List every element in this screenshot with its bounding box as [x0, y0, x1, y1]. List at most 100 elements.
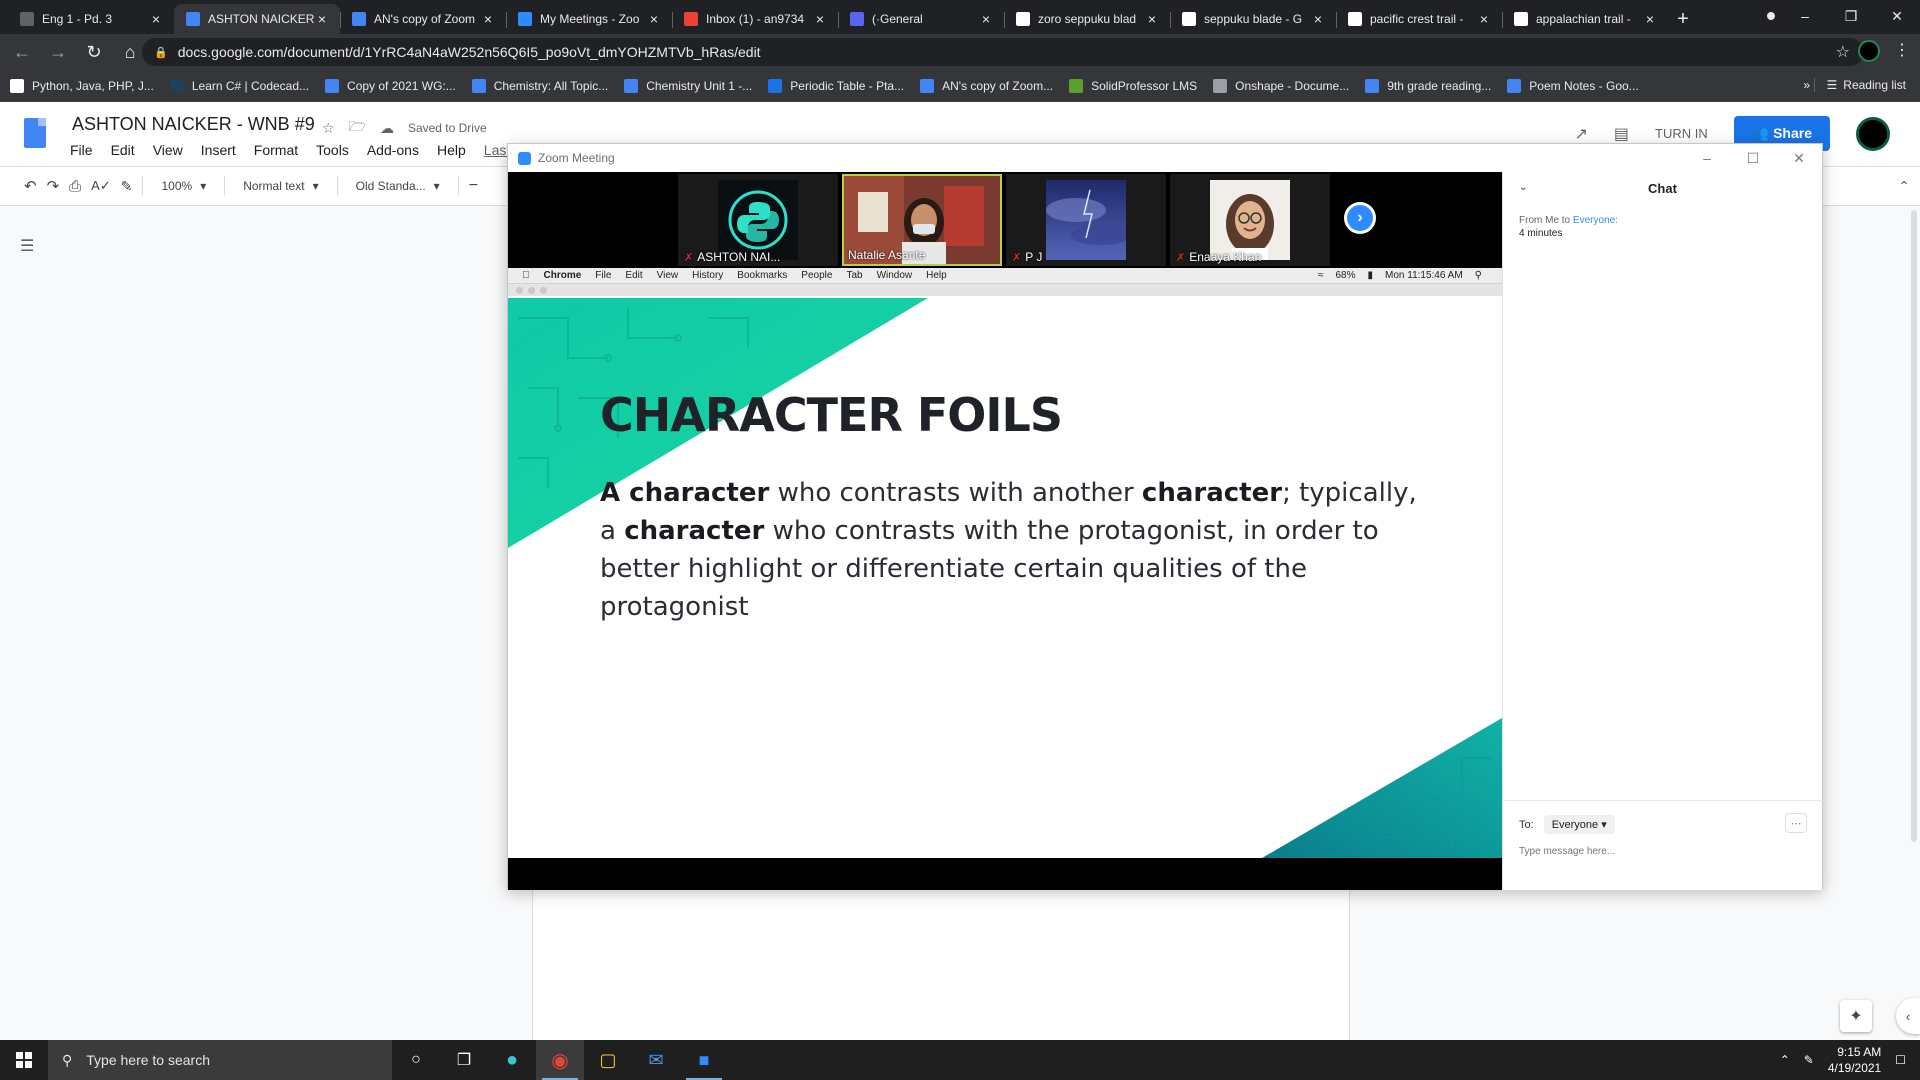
bookmark-item[interactable]: 9th grade reading...	[1365, 78, 1491, 93]
address-bar[interactable]: 🔒 docs.google.com/document/d/1YrRC4aN4aW…	[142, 38, 1864, 66]
zoom-close-icon[interactable]: ✕	[1776, 144, 1822, 172]
close-tab-icon[interactable]: ×	[148, 11, 164, 27]
cortana-icon[interactable]: ○	[392, 1040, 440, 1080]
close-tab-icon[interactable]: ×	[812, 11, 828, 27]
tab-search-icon[interactable]	[1762, 7, 1780, 25]
start-button[interactable]	[0, 1040, 48, 1080]
browser-tab[interactable]: seppuku blade - G ×	[1170, 4, 1336, 34]
turn-in-button[interactable]: TURN IN	[1655, 126, 1708, 141]
docs-logo-icon[interactable]	[24, 118, 46, 148]
taskbar-search[interactable]: ⚲ Type here to search	[48, 1040, 392, 1080]
chrome-menu-icon[interactable]: ⋮	[1894, 40, 1910, 62]
chat-more-options-icon[interactable]: ⋯	[1785, 813, 1807, 833]
close-tab-icon[interactable]: ×	[1476, 11, 1492, 27]
document-title[interactable]: ASHTON NAICKER - WNB #9	[72, 114, 315, 135]
print-icon[interactable]: ⎙	[69, 178, 81, 195]
explore-icon[interactable]: ✦	[1840, 1000, 1872, 1032]
chat-message-input[interactable]	[1519, 841, 1807, 861]
zoom-maximize-icon[interactable]: ☐	[1730, 144, 1776, 172]
collapse-menus-icon[interactable]: ⌃	[1898, 178, 1910, 195]
taskbar-clock[interactable]: 9:15 AM 4/19/2021	[1828, 1044, 1881, 1076]
browser-tab[interactable]: pacific crest trail - ×	[1336, 4, 1502, 34]
undo-icon[interactable]: ↶	[24, 177, 37, 195]
activity-trend-icon[interactable]: ↗	[1575, 124, 1588, 144]
comments-icon[interactable]: ▤	[1614, 124, 1629, 144]
side-panel-toggle-icon[interactable]: ‹	[1896, 998, 1920, 1034]
close-tab-icon[interactable]: ×	[1642, 11, 1658, 27]
menu-insert[interactable]: Insert	[201, 142, 236, 158]
chrome-taskbar-icon[interactable]: ◉	[536, 1040, 584, 1080]
bookmark-item[interactable]: Onshape - Docume...	[1213, 78, 1349, 93]
menu-file[interactable]: File	[70, 142, 93, 158]
tray-overflow-icon[interactable]: ⌃	[1780, 1053, 1790, 1067]
menu-format[interactable]: Format	[254, 142, 298, 158]
menu-help[interactable]: Help	[437, 142, 466, 158]
bookmark-item[interactable]: Copy of 2021 WG:...	[325, 78, 456, 93]
back-arrow-icon[interactable]: ←	[8, 38, 36, 66]
profile-avatar[interactable]	[1858, 40, 1880, 62]
bookmarks-overflow-button[interactable]: »	[1803, 78, 1810, 92]
zoom-select[interactable]: 100% ▾	[153, 179, 214, 193]
bookmark-item[interactable]: AN's copy of Zoom...	[920, 78, 1053, 93]
style-select[interactable]: Normal text ▾	[235, 179, 326, 193]
browser-tab[interactable]: (·General ×	[838, 4, 1004, 34]
file-explorer-icon[interactable]: ▢	[584, 1040, 632, 1080]
document-outline-icon[interactable]: ☰	[20, 236, 34, 256]
browser-tab[interactable]: AN's copy of Zoom ×	[340, 4, 506, 34]
mail-icon[interactable]: ✉	[632, 1040, 680, 1080]
zoom-minimize-icon[interactable]: –	[1684, 144, 1730, 172]
browser-tab[interactable]: Inbox (1) - an9734 ×	[672, 4, 838, 34]
bookmark-item[interactable]: SolidProfessor LMS	[1069, 78, 1197, 93]
home-icon[interactable]: ⌂	[116, 38, 144, 66]
menu-addons[interactable]: Add-ons	[367, 142, 419, 158]
close-tab-icon[interactable]: ×	[314, 11, 330, 27]
minimize-icon[interactable]: –	[1782, 0, 1828, 32]
notification-icon[interactable]: ☐	[1895, 1053, 1906, 1067]
browser-tab[interactable]: My Meetings - Zoo ×	[506, 4, 672, 34]
bookmark-item[interactable]: Learn C# | Codecad...	[169, 78, 309, 93]
menu-tools[interactable]: Tools	[316, 142, 349, 158]
participant-tile-enaaya[interactable]: ✗ Enaaya Khan	[1170, 174, 1330, 266]
bookmark-item[interactable]: Chemistry: All Topic...	[471, 78, 608, 93]
lock-icon[interactable]: 🔒	[154, 46, 168, 59]
restore-icon[interactable]: ❐	[1828, 0, 1874, 32]
star-icon[interactable]: ☆	[322, 120, 335, 137]
participant-tile-pj[interactable]: ✗ P J	[1006, 174, 1166, 266]
chat-message-to[interactable]: Everyone:	[1573, 215, 1618, 226]
bookmark-item[interactable]: Periodic Table - Pta...	[768, 78, 904, 93]
bookmark-item[interactable]: Poem Notes - Goo...	[1507, 78, 1639, 93]
zoom-taskbar-icon[interactable]: ■	[680, 1040, 728, 1080]
close-tab-icon[interactable]: ×	[480, 11, 496, 27]
close-icon[interactable]: ✕	[1874, 0, 1920, 32]
bookmark-star-icon[interactable]: ☆	[1836, 42, 1850, 62]
menu-view[interactable]: View	[153, 142, 183, 158]
menu-edit[interactable]: Edit	[111, 142, 135, 158]
bookmark-item[interactable]: Python, Java, PHP, J...	[10, 78, 154, 93]
recipient-dropdown[interactable]: Everyone ▾	[1543, 815, 1615, 834]
redo-icon[interactable]: ↷	[47, 177, 60, 195]
browser-tab[interactable]: Eng 1 - Pd. 3 ×	[8, 4, 174, 34]
decrease-font-size-icon[interactable]: −	[469, 177, 478, 195]
move-folder-icon[interactable]: 🗁	[349, 116, 366, 140]
browser-tab[interactable]: ASHTON NAICKER ×	[174, 4, 340, 34]
new-tab-button[interactable]: +	[1668, 4, 1698, 34]
font-select[interactable]: Old Standa... ▾	[348, 179, 448, 193]
reading-list-button[interactable]: ☰ Reading list	[1813, 78, 1906, 92]
participant-tile-ashton[interactable]: ✗ ASHTON NAI...	[678, 174, 838, 266]
close-tab-icon[interactable]: ×	[1310, 11, 1326, 27]
spellcheck-icon[interactable]: A✓	[91, 178, 111, 194]
pen-icon[interactable]: ✎	[1804, 1053, 1814, 1067]
browser-tab[interactable]: zoro seppuku blad ×	[1004, 4, 1170, 34]
task-view-icon[interactable]: ❐	[440, 1040, 488, 1080]
browser-tab[interactable]: appalachian trail - ×	[1502, 4, 1668, 34]
account-avatar[interactable]	[1856, 116, 1890, 151]
url-text[interactable]: docs.google.com/document/d/1YrRC4aN4aW25…	[178, 44, 761, 60]
edge-icon[interactable]: ●	[488, 1040, 536, 1080]
docs-scrollbar[interactable]	[1911, 210, 1917, 842]
chevron-down-icon[interactable]: ⌄	[1519, 182, 1527, 193]
close-tab-icon[interactable]: ×	[1144, 11, 1160, 27]
reload-icon[interactable]: ↻	[80, 38, 108, 66]
forward-arrow-icon[interactable]: →	[44, 38, 72, 66]
close-tab-icon[interactable]: ×	[646, 11, 662, 27]
next-participants-button[interactable]: ›	[1344, 202, 1376, 234]
